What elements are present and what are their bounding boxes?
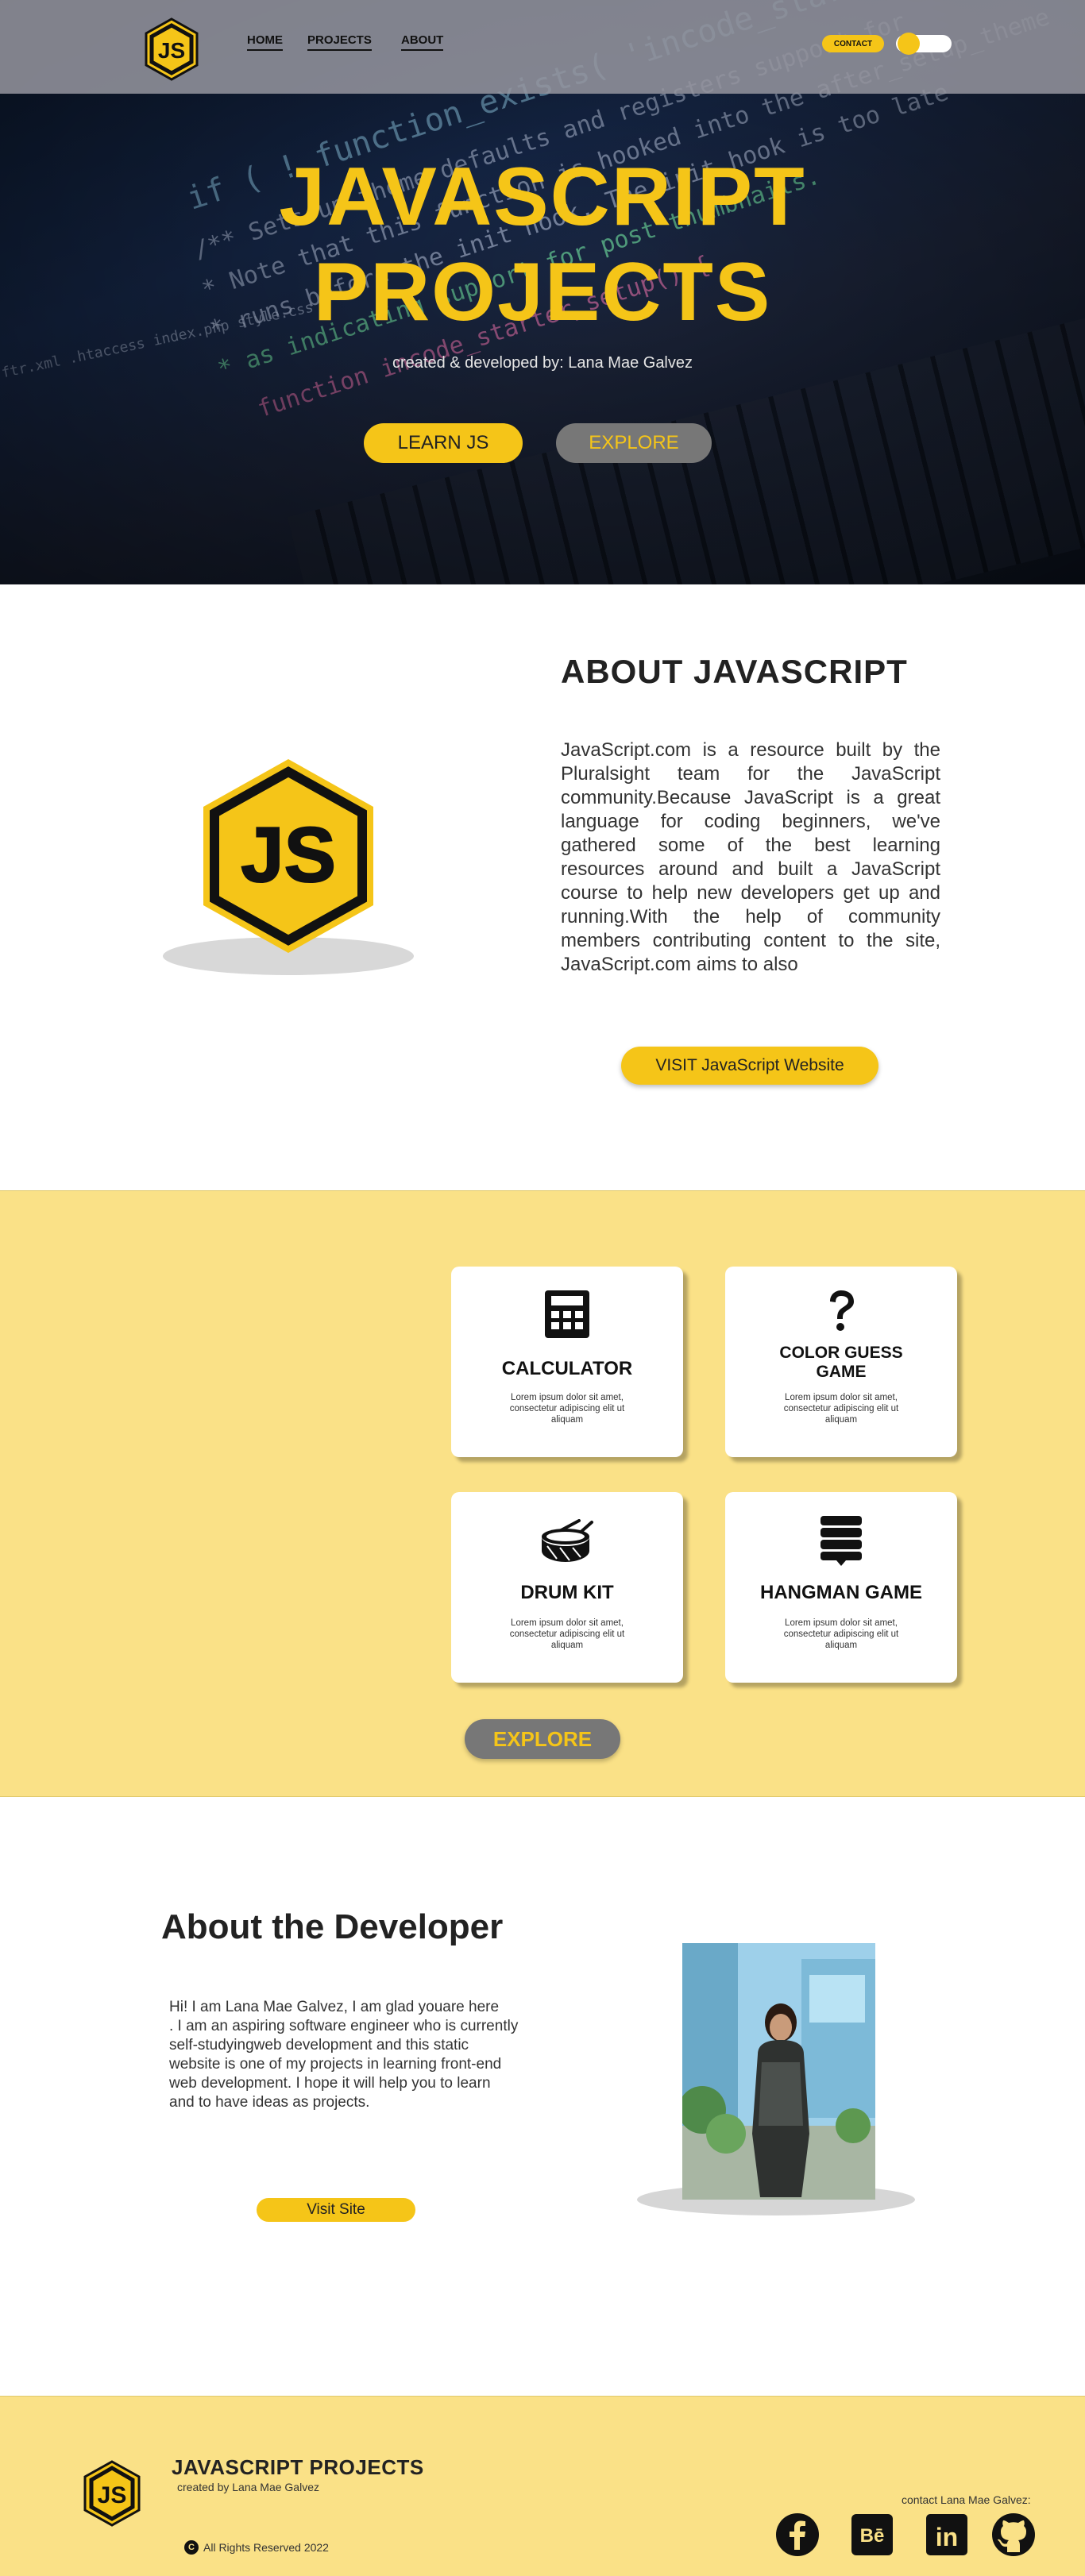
nav-home-link[interactable]: HOME	[247, 33, 283, 51]
nav-about-link[interactable]: ABOUT	[401, 33, 444, 51]
project-card-hangman[interactable]: HANGMAN GAME Lorem ipsum dolor sit amet,…	[725, 1492, 957, 1683]
footer-rights-text: All Rights Reserved 2022	[203, 2541, 329, 2554]
card-title: DRUM KIT	[520, 1582, 614, 1603]
card-title: CALCULATOR	[501, 1358, 633, 1379]
svg-text:JS: JS	[98, 2482, 127, 2509]
calculator-icon	[451, 1289, 683, 1340]
github-icon[interactable]	[991, 2512, 1036, 2557]
logo[interactable]: JS	[143, 17, 200, 81]
svg-text:JS: JS	[158, 38, 185, 63]
contact-button[interactable]: CONTACT	[822, 35, 884, 52]
toggle-knob	[898, 33, 920, 55]
hero-subtitle: created & developed by: Lana Mae Galvez	[392, 354, 693, 372]
footer-title: JAVASCRIPT PROJECTS	[172, 2455, 424, 2479]
developer-title: About the Developer	[161, 1907, 504, 1946]
card-description: Lorem ipsum dolor sit amet, consectetur …	[783, 1618, 899, 1650]
theme-toggle[interactable]	[896, 33, 952, 55]
js-logo-large: JS	[197, 754, 380, 961]
hero-title-line2: PROJECTS	[313, 246, 772, 338]
card-description: Lorem ipsum dolor sit amet, consectetur …	[509, 1618, 625, 1650]
learn-js-button[interactable]: LEARN JS	[364, 423, 523, 463]
developer-photo	[682, 1943, 875, 2200]
svg-text:JS: JS	[241, 811, 336, 898]
card-description: Lorem ipsum dolor sit amet, consectetur …	[509, 1393, 625, 1425]
footer-contact-label: contact Lana Mae Galvez:	[902, 2493, 1031, 2506]
visit-js-website-button[interactable]: VISIT JavaScript Website	[621, 1047, 878, 1085]
footer-rights: C All Rights Reserved 2022	[184, 2540, 329, 2555]
project-card-drum-kit[interactable]: DRUM KIT Lorem ipsum dolor sit amet, con…	[451, 1492, 683, 1683]
footer-logo[interactable]: JS	[83, 2460, 141, 2527]
nav-projects-link[interactable]: PROJECTS	[307, 33, 372, 51]
card-title: HANGMAN GAME	[760, 1582, 922, 1603]
hangman-icon	[725, 1514, 957, 1566]
project-card-calculator[interactable]: CALCULATOR Lorem ipsum dolor sit amet, c…	[451, 1267, 683, 1457]
linkedin-icon[interactable]: in	[925, 2512, 969, 2557]
svg-text:in: in	[936, 2523, 958, 2551]
copyright-icon: C	[184, 2540, 199, 2555]
projects-explore-button[interactable]: EXPLORE	[465, 1719, 620, 1759]
developer-text: Hi! I am Lana Mae Galvez, I am glad youa…	[169, 1999, 519, 2111]
about-js-title: ABOUT JAVASCRIPT	[561, 653, 908, 690]
facebook-icon[interactable]	[775, 2512, 820, 2557]
project-card-color-guess[interactable]: COLOR GUESS GAME Lorem ipsum dolor sit a…	[725, 1267, 957, 1457]
footer	[0, 2396, 1085, 2576]
card-title: COLOR GUESS GAME	[779, 1344, 903, 1381]
about-js-text: JavaScript.com is a resource built by th…	[561, 739, 940, 975]
svg-text:Bē: Bē	[860, 2525, 885, 2547]
footer-subtitle: created by Lana Mae Galvez	[177, 2481, 319, 2493]
question-icon	[725, 1289, 957, 1340]
hero-title-line1: JAVASCRIPT	[279, 151, 806, 243]
visit-site-button[interactable]: Visit Site	[257, 2198, 415, 2222]
hero-explore-button[interactable]: EXPLORE	[556, 423, 712, 463]
card-description: Lorem ipsum dolor sit amet, consectetur …	[783, 1393, 899, 1425]
drum-icon	[451, 1519, 683, 1570]
behance-icon[interactable]: Bē	[850, 2512, 894, 2557]
